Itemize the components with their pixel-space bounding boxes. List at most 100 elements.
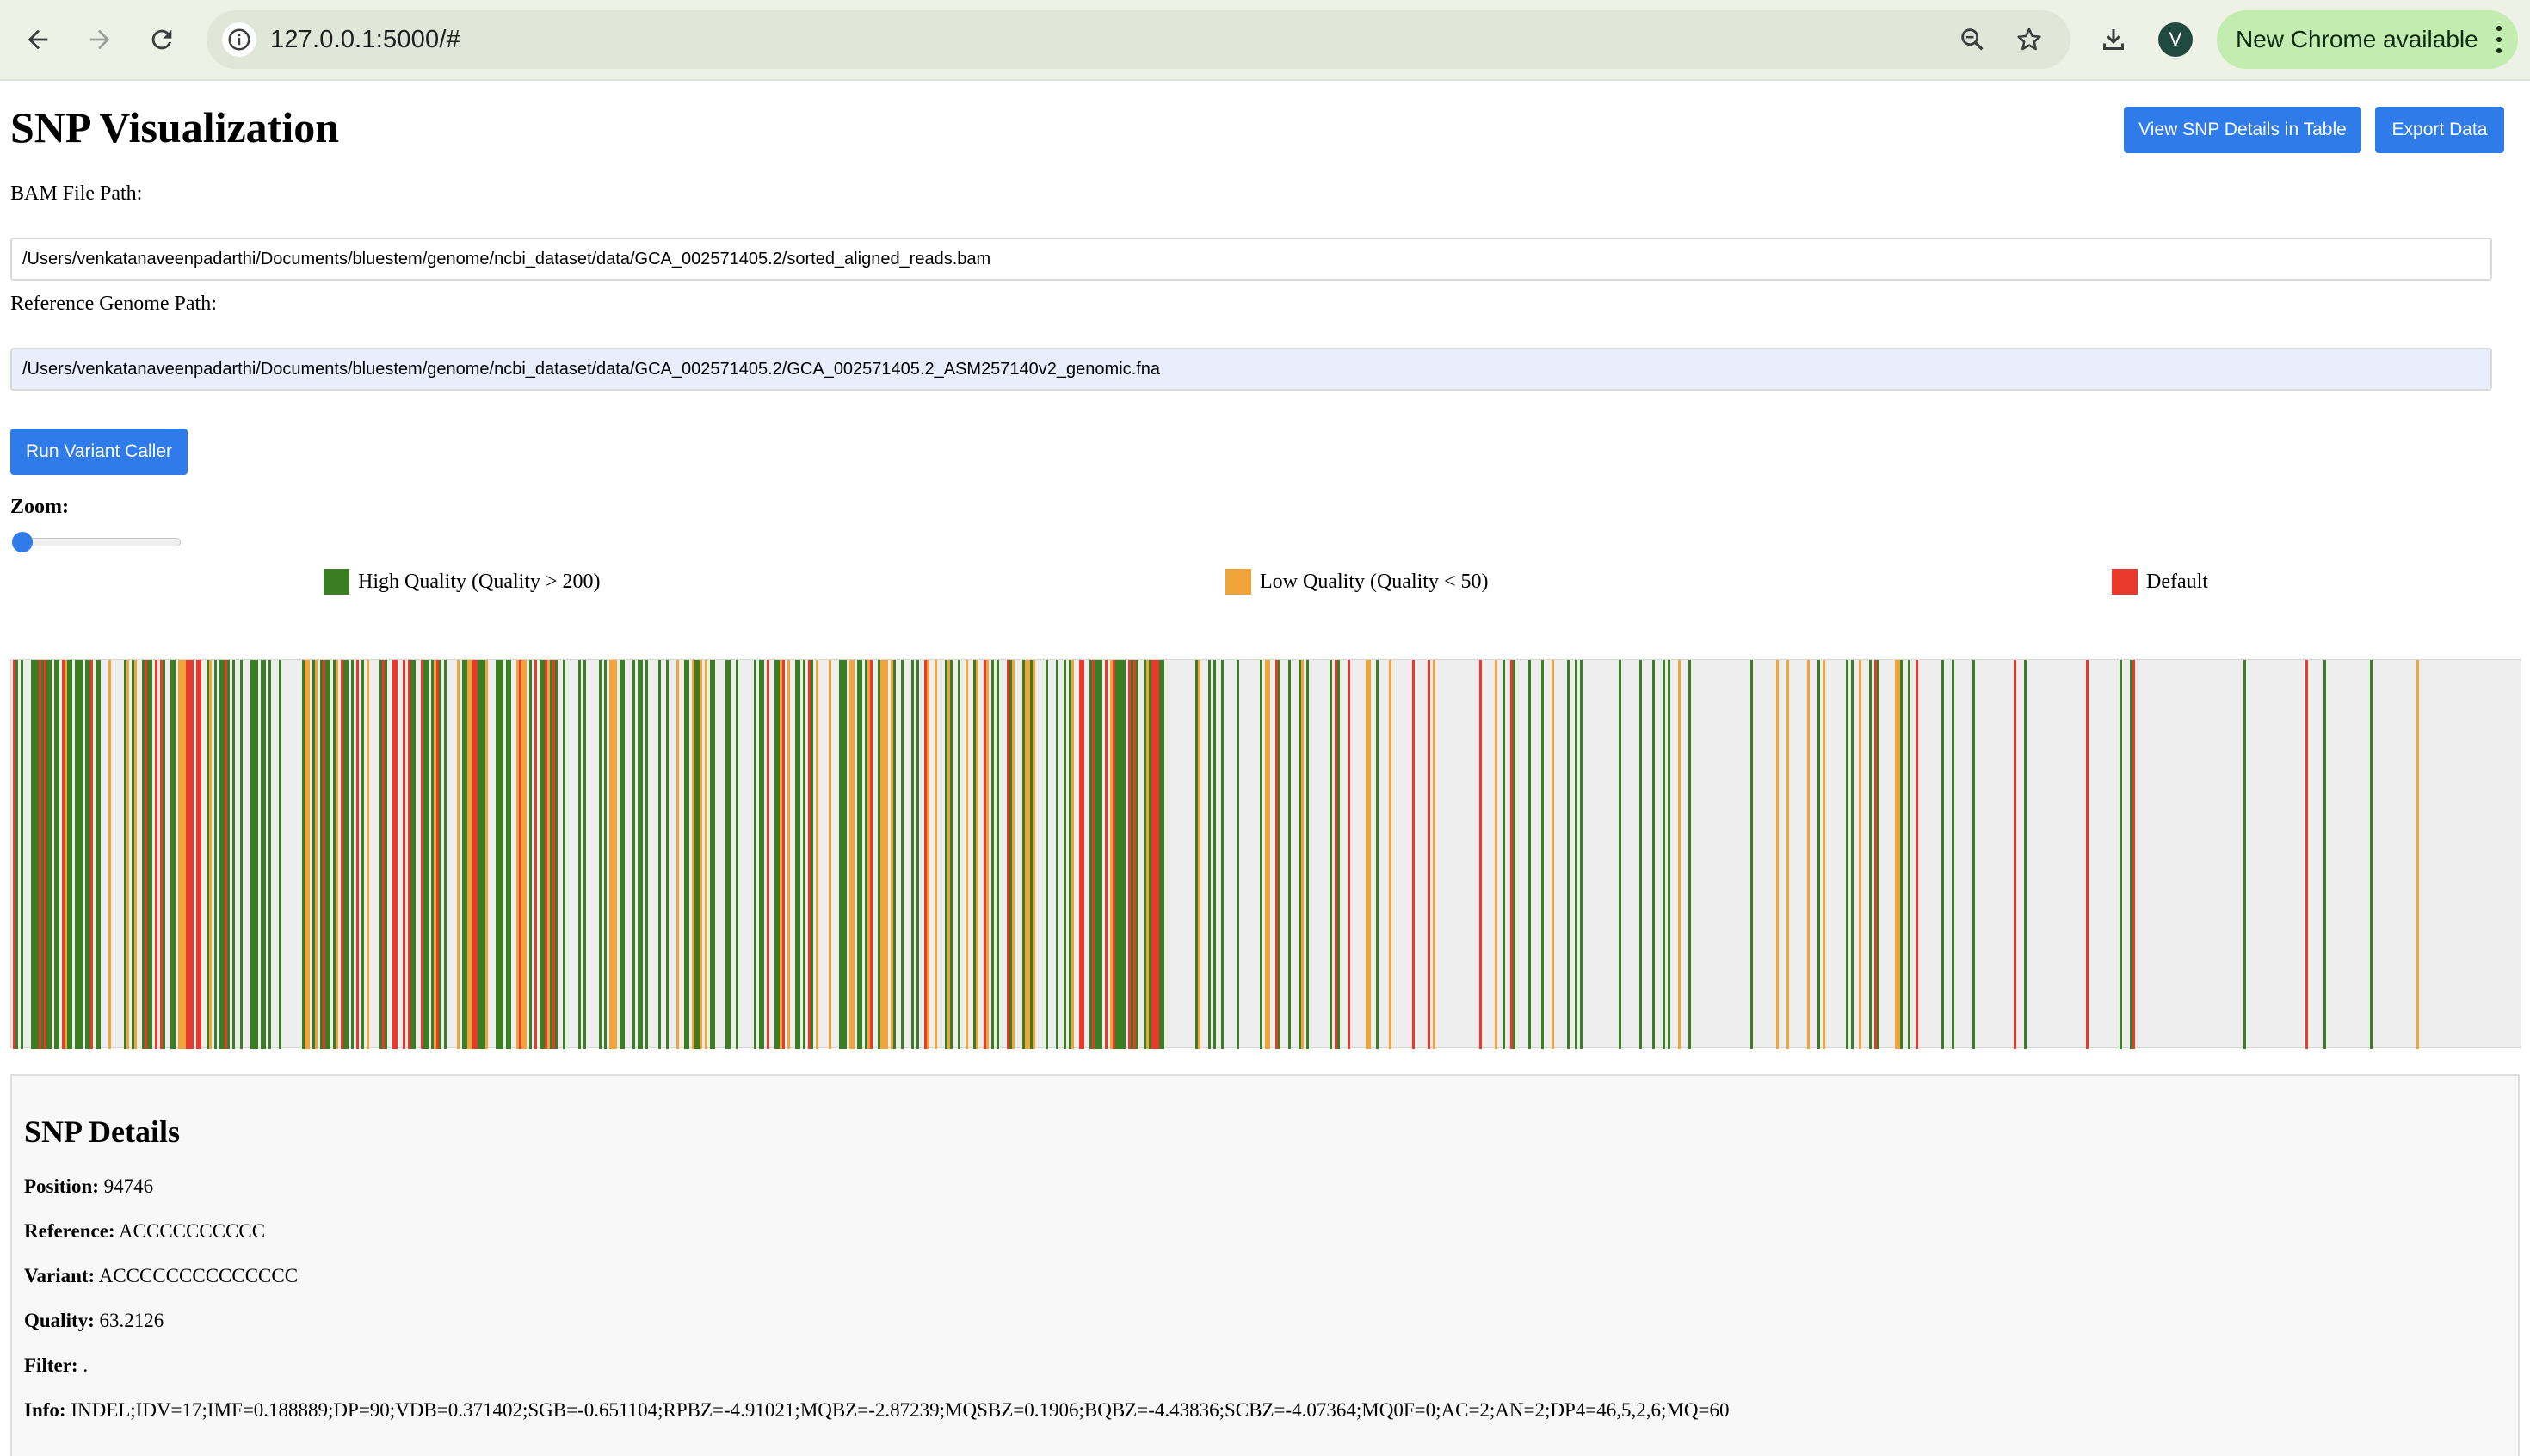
snp-marker[interactable] [506,660,509,1049]
snp-marker[interactable] [1528,660,1531,1049]
snp-marker[interactable] [480,660,483,1049]
snp-marker[interactable] [279,660,281,1049]
snp-marker[interactable] [640,660,643,1049]
snp-marker[interactable] [88,660,90,1049]
snp-marker[interactable] [124,660,126,1049]
snp-marker[interactable] [2120,660,2122,1049]
snp-marker[interactable] [1510,660,1513,1049]
snp-marker[interactable] [1056,660,1058,1049]
snp-marker[interactable] [1678,660,1681,1049]
snp-marker[interactable] [1110,660,1113,1049]
snp-marker[interactable] [1092,660,1095,1049]
snp-marker[interactable] [984,660,986,1049]
snp-marker[interactable] [540,660,542,1049]
snp-marker[interactable] [163,660,165,1049]
snp-marker[interactable] [947,660,950,1049]
snp-marker[interactable] [2130,660,2132,1049]
snp-marker[interactable] [250,660,253,1049]
snp-marker[interactable] [1100,660,1102,1049]
snp-marker[interactable] [457,660,460,1049]
snp-marker[interactable] [467,660,470,1049]
snp-marker[interactable] [356,660,359,1049]
snp-marker[interactable] [268,660,271,1049]
snp-marker[interactable] [1859,660,1861,1049]
snp-marker[interactable] [1162,660,1164,1049]
snp-marker[interactable] [1688,660,1691,1049]
snp-marker[interactable] [470,660,472,1049]
snp-marker[interactable] [816,660,818,1049]
snp-marker[interactable] [891,660,893,1049]
snp-marker[interactable] [403,660,405,1049]
address-bar[interactable]: 127.0.0.1:5000/# [207,10,2070,69]
snp-marker[interactable] [1817,660,1820,1049]
snp-marker[interactable] [516,660,519,1049]
snp-marker[interactable] [1113,660,1115,1049]
back-button[interactable] [17,19,59,60]
snp-marker[interactable] [519,660,521,1049]
snp-marker[interactable] [782,660,785,1049]
snp-marker[interactable] [852,660,855,1049]
snp-marker[interactable] [307,660,310,1049]
snp-marker[interactable] [408,660,410,1049]
snp-marker[interactable] [413,660,416,1049]
snp-marker[interactable] [31,660,34,1049]
snp-marker[interactable] [134,660,137,1049]
snp-marker[interactable] [1097,660,1100,1049]
snp-marker[interactable] [315,660,318,1049]
snp-marker[interactable] [90,660,93,1049]
snp-marker[interactable] [1952,660,1954,1049]
snp-marker[interactable] [1668,660,1670,1049]
snp-marker[interactable] [132,660,134,1049]
snp-marker[interactable] [96,660,98,1049]
snp-marker[interactable] [774,660,777,1049]
snp-marker[interactable] [46,660,49,1049]
snp-marker[interactable] [1851,660,1854,1049]
snp-marker[interactable] [1115,660,1118,1049]
snp-marker[interactable] [1335,660,1337,1049]
snp-marker[interactable] [1941,660,1944,1049]
snp-marker[interactable] [780,660,782,1049]
snp-marker[interactable] [478,660,480,1049]
snp-marker[interactable] [1869,660,1872,1049]
snp-marker[interactable] [1580,660,1583,1049]
snp-marker[interactable] [1208,660,1211,1049]
snp-marker[interactable] [343,660,346,1049]
snp-marker[interactable] [325,660,328,1049]
snp-marker[interactable] [1503,660,1505,1049]
snp-marker[interactable] [2014,660,2016,1049]
snp-marker[interactable] [609,660,612,1049]
snp-marker[interactable] [552,660,555,1049]
snp-marker[interactable] [1012,660,1015,1049]
snp-marker[interactable] [1299,660,1301,1049]
snp-marker[interactable] [305,660,307,1049]
snp-marker[interactable] [1123,660,1126,1049]
snp-marker[interactable] [736,660,738,1049]
snp-marker[interactable] [1479,660,1482,1049]
snp-marker[interactable] [70,660,72,1049]
snp-marker[interactable] [777,660,780,1049]
snp-marker[interactable] [1807,660,1810,1049]
snp-marker[interactable] [44,660,46,1049]
snp-marker[interactable] [700,660,702,1049]
snp-marker[interactable] [547,660,550,1049]
snp-marker[interactable] [1908,660,1910,1049]
snp-marker[interactable] [524,660,527,1049]
snp-marker[interactable] [434,660,436,1049]
snp-marker[interactable] [142,660,145,1049]
bam-path-input[interactable]: /Users/venkatanaveenpadarthi/Documents/b… [10,238,2492,281]
snp-marker[interactable] [225,660,227,1049]
snp-track-svg[interactable] [11,660,2522,1049]
snp-marker[interactable] [472,660,475,1049]
snp-marker[interactable] [1159,660,1162,1049]
snp-marker[interactable] [578,660,581,1049]
snp-marker[interactable] [563,660,565,1049]
snp-marker[interactable] [893,660,896,1049]
snp-marker[interactable] [333,660,336,1049]
snp-marker[interactable] [684,660,687,1049]
snp-marker[interactable] [1128,660,1131,1049]
snp-marker[interactable] [485,660,488,1049]
snp-marker[interactable] [67,660,70,1049]
snp-marker[interactable] [75,660,77,1049]
snp-marker[interactable] [1136,660,1138,1049]
snp-marker[interactable] [1120,660,1123,1049]
